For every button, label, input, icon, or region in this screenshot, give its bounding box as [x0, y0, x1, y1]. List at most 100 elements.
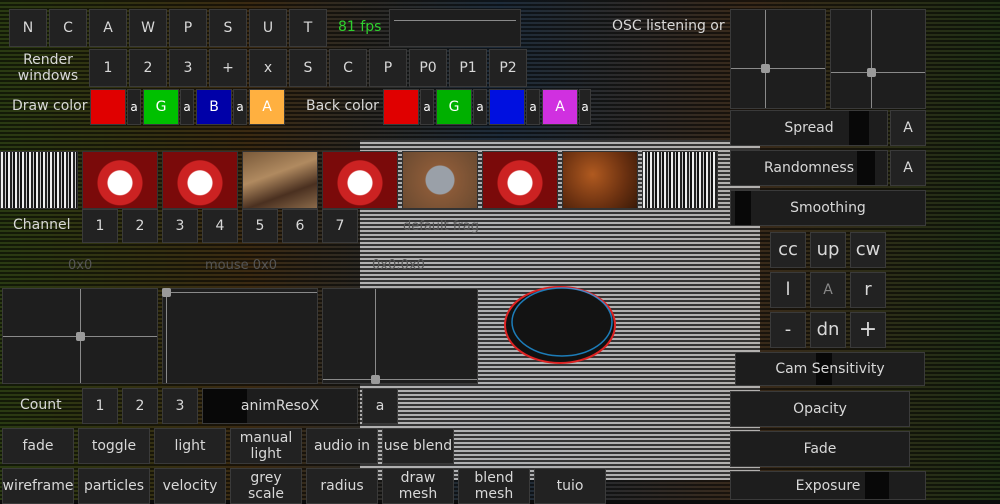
- cam-sensitivity-slider[interactable]: Cam Sensitivity: [735, 352, 925, 386]
- randomness-label: Randomness: [763, 160, 855, 176]
- channel-readout: 0x0:0x0: [372, 258, 425, 273]
- fade-slider[interactable]: Fade: [730, 431, 910, 467]
- mode-c-button[interactable]: C: [49, 9, 87, 47]
- back-blue-swatch[interactable]: [489, 89, 525, 125]
- randomness-slider[interactable]: Randomness: [730, 150, 888, 186]
- manual-light-button[interactable]: manual light: [230, 428, 302, 464]
- channel-thumb-image-7[interactable]: [482, 151, 558, 209]
- draw-red-swatch[interactable]: [90, 89, 126, 125]
- cam-plus-button[interactable]: +: [850, 312, 886, 348]
- exposure-slider[interactable]: Exposure: [730, 471, 926, 500]
- channel-thumb-image-3[interactable]: [162, 151, 238, 209]
- window-c-button[interactable]: C: [329, 49, 367, 87]
- channel-thumb-image-4[interactable]: [242, 151, 318, 209]
- toggle-button[interactable]: toggle: [78, 428, 150, 464]
- count-2-button[interactable]: 2: [122, 388, 158, 424]
- channel-label: Channel: [13, 217, 71, 233]
- add-window-button[interactable]: +: [209, 49, 247, 87]
- use-blend-button[interactable]: use blend: [382, 428, 454, 464]
- render-window-2-button[interactable]: 2: [129, 49, 167, 87]
- xy-pad-1[interactable]: [2, 288, 158, 384]
- mode-s-button[interactable]: S: [209, 9, 247, 47]
- mode-w-button[interactable]: W: [129, 9, 167, 47]
- osc-status: OSC listening or: [612, 18, 725, 34]
- back-green-swatch[interactable]: G: [436, 89, 472, 125]
- mode-t-button[interactable]: T: [289, 9, 327, 47]
- cam-cc-button[interactable]: cc: [770, 232, 806, 268]
- channel-thumb-barcode-9[interactable]: [642, 151, 718, 209]
- channel-7-button[interactable]: 7: [322, 209, 358, 243]
- xy-pad-right-2[interactable]: [830, 9, 926, 109]
- channel-thumb-image-8[interactable]: [562, 151, 638, 209]
- window-p-button[interactable]: P: [369, 49, 407, 87]
- channel-2-button[interactable]: 2: [122, 209, 158, 243]
- count-3-button[interactable]: 3: [162, 388, 198, 424]
- count-1-button[interactable]: 1: [82, 388, 118, 424]
- cam-down-button[interactable]: dn: [810, 312, 846, 348]
- back-alpha-toggle[interactable]: a: [579, 89, 591, 125]
- spread-slider[interactable]: Spread: [730, 110, 888, 146]
- back-red-swatch[interactable]: [383, 89, 419, 125]
- draw-red-alpha[interactable]: a: [127, 89, 141, 125]
- channel-thumb-barcode-1[interactable]: [0, 151, 78, 209]
- channel-thumb-image-5[interactable]: [322, 151, 398, 209]
- smoothing-slider[interactable]: Smoothing: [730, 190, 926, 226]
- cam-right-button[interactable]: r: [850, 272, 886, 308]
- radius-button[interactable]: radius: [306, 468, 378, 504]
- draw-green-swatch[interactable]: G: [143, 89, 179, 125]
- cam-minus-button[interactable]: -: [770, 312, 806, 348]
- draw-blue-alpha[interactable]: a: [233, 89, 247, 125]
- window-p1-button[interactable]: P1: [449, 49, 487, 87]
- cam-a-button[interactable]: A: [810, 272, 846, 308]
- render-window-1-button[interactable]: 1: [89, 49, 127, 87]
- draw-alpha-swatch[interactable]: A: [249, 89, 285, 125]
- back-green-alpha[interactable]: a: [473, 89, 487, 125]
- mode-u-button[interactable]: U: [249, 9, 287, 47]
- draw-green-alpha[interactable]: a: [180, 89, 194, 125]
- fade-button[interactable]: fade: [2, 428, 74, 464]
- tuio-button[interactable]: tuio: [534, 468, 606, 504]
- render-shape: [504, 286, 616, 364]
- back-red-alpha[interactable]: a: [420, 89, 434, 125]
- blend-mesh-button[interactable]: blend mesh: [458, 468, 530, 504]
- channel-5-button[interactable]: 5: [242, 209, 278, 243]
- window-p2-button[interactable]: P2: [489, 49, 527, 87]
- mode-n-button[interactable]: N: [9, 9, 47, 47]
- draw-color-label: Draw color: [12, 98, 88, 114]
- grey-scale-button[interactable]: grey scale: [230, 468, 302, 504]
- spread-a-button[interactable]: A: [890, 110, 926, 146]
- audio-in-button[interactable]: audio in: [306, 428, 378, 464]
- back-alpha-swatch[interactable]: A: [542, 89, 578, 125]
- draw-mesh-button[interactable]: draw mesh: [382, 468, 454, 504]
- mode-a-button[interactable]: A: [89, 9, 127, 47]
- exposure-fill: [865, 472, 889, 499]
- window-p0-button[interactable]: P0: [409, 49, 447, 87]
- particles-button[interactable]: particles: [78, 468, 150, 504]
- window-s-button[interactable]: S: [289, 49, 327, 87]
- channel-thumb-image-2[interactable]: [82, 151, 158, 209]
- light-button[interactable]: light: [154, 428, 226, 464]
- channel-4-button[interactable]: 4: [202, 209, 238, 243]
- channel-6-button[interactable]: 6: [282, 209, 318, 243]
- anim-reso-a-button[interactable]: a: [362, 388, 398, 424]
- close-window-button[interactable]: x: [249, 49, 287, 87]
- render-window-3-button[interactable]: 3: [169, 49, 207, 87]
- draw-blue-swatch[interactable]: B: [196, 89, 232, 125]
- cam-cw-button[interactable]: cw: [850, 232, 886, 268]
- opacity-slider[interactable]: Opacity: [730, 391, 910, 427]
- xy-pad-3[interactable]: [322, 288, 478, 384]
- mode-p-button[interactable]: P: [169, 9, 207, 47]
- randomness-a-button[interactable]: A: [890, 150, 926, 186]
- cam-sensitivity-label: Cam Sensitivity: [775, 361, 885, 377]
- velocity-button[interactable]: velocity: [154, 468, 226, 504]
- channel-3-button[interactable]: 3: [162, 209, 198, 243]
- back-blue-alpha[interactable]: a: [526, 89, 540, 125]
- channel-1-button[interactable]: 1: [82, 209, 118, 243]
- cam-up-button[interactable]: up: [810, 232, 846, 268]
- cam-left-button[interactable]: l: [770, 272, 806, 308]
- xy-pad-2[interactable]: [162, 288, 318, 384]
- xy-pad-right-1[interactable]: [730, 9, 826, 109]
- anim-reso-x-slider[interactable]: animResoX: [202, 388, 358, 424]
- wireframe-button[interactable]: wireframe: [2, 468, 74, 504]
- channel-thumb-image-6[interactable]: [402, 151, 478, 209]
